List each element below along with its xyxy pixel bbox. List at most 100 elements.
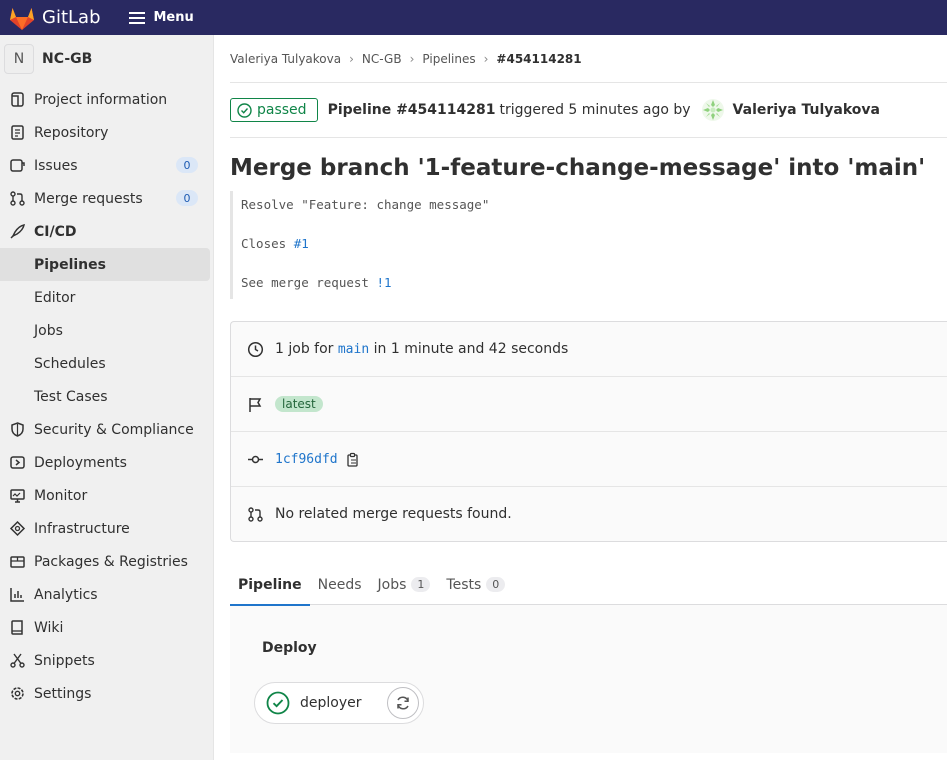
sidebar-item-test-cases[interactable]: Test Cases <box>0 380 213 413</box>
menu-button[interactable]: Menu <box>128 10 194 25</box>
deployments-icon <box>10 456 25 469</box>
sidebar-item-issues[interactable]: Issues 0 <box>0 149 213 182</box>
job-name: deployer <box>300 695 362 711</box>
sidebar-item-jobs[interactable]: Jobs <box>0 314 213 347</box>
commit-line-text: Closes <box>241 236 294 251</box>
sidebar-item-analytics[interactable]: Analytics <box>0 578 213 611</box>
pipeline-triggered-text: triggered 5 minutes ago by <box>499 102 691 118</box>
sidebar-item-label: Infrastructure <box>34 520 130 537</box>
shield-icon <box>11 422 24 437</box>
sidebar-item-infrastructure[interactable]: Infrastructure <box>0 512 213 545</box>
tab-needs[interactable]: Needs <box>310 564 370 605</box>
sidebar: N NC-GB Project information Repository I… <box>0 35 214 760</box>
copy-icon[interactable] <box>346 452 360 467</box>
status-badge[interactable]: passed <box>230 98 318 122</box>
breadcrumb-current[interactable]: #454114281 <box>496 52 581 66</box>
main-content: Valeriya Tulyakova › NC-GB › Pipelines ›… <box>230 35 947 753</box>
chevron-right-icon: › <box>349 51 354 66</box>
sidebar-item-editor[interactable]: Editor <box>0 281 213 314</box>
flag-icon <box>249 397 262 412</box>
sidebar-item-merge-requests[interactable]: Merge requests 0 <box>0 182 213 215</box>
jobs-count-badge: 1 <box>411 577 431 592</box>
info-row-tags: latest <box>231 377 947 432</box>
merge-requests-text: No related merge requests found. <box>275 506 512 522</box>
sidebar-item-label: Project information <box>34 91 168 108</box>
check-circle-icon <box>237 102 252 118</box>
sidebar-item-snippets[interactable]: Snippets <box>0 644 213 677</box>
sidebar-item-pipelines[interactable]: Pipelines <box>0 248 210 281</box>
tags-content: latest <box>275 396 323 412</box>
commit-content: 1cf96dfd <box>275 452 360 467</box>
sidebar-item-monitor[interactable]: Monitor <box>0 479 213 512</box>
sidebar-item-label: Merge requests <box>34 190 143 207</box>
sidebar-item-deployments[interactable]: Deployments <box>0 446 213 479</box>
branch-link[interactable]: main <box>338 342 369 357</box>
sidebar-item-packages-registries[interactable]: Packages & Registries <box>0 545 213 578</box>
snippets-icon <box>10 653 25 668</box>
infrastructure-icon <box>9 520 26 537</box>
tab-label: Jobs <box>377 576 407 593</box>
tab-tests[interactable]: Tests 0 <box>438 564 513 605</box>
duration-text: 1 job for main in 1 minute and 42 second… <box>275 341 568 357</box>
breadcrumb-pipelines[interactable]: Pipelines <box>422 52 475 66</box>
gitlab-logo[interactable]: GitLab <box>8 5 101 31</box>
pipeline-id: Pipeline #454114281 <box>327 102 496 118</box>
sidebar-item-label: Snippets <box>34 652 95 669</box>
user-avatar[interactable] <box>701 98 725 122</box>
commit-message: Resolve "Feature: change message" Closes… <box>230 191 947 299</box>
status-text: passed <box>257 102 307 118</box>
pipeline-graph <box>230 605 947 753</box>
sidebar-item-security-compliance[interactable]: Security & Compliance <box>0 413 213 446</box>
issue-link[interactable]: #1 <box>294 236 309 251</box>
info-row-commit: 1cf96dfd <box>231 432 947 487</box>
sidebar-item-label: Security & Compliance <box>34 421 194 438</box>
merge-request-icon <box>248 506 263 522</box>
sidebar-item-cicd[interactable]: CI/CD <box>0 215 213 248</box>
sidebar-item-label: Schedules <box>34 355 106 372</box>
menu-label: Menu <box>153 10 194 25</box>
retry-button[interactable] <box>387 687 419 719</box>
retry-icon <box>397 696 409 710</box>
job-deployer[interactable]: deployer <box>254 682 424 724</box>
breadcrumb-project[interactable]: NC-GB <box>362 52 402 66</box>
sidebar-item-schedules[interactable]: Schedules <box>0 347 213 380</box>
jobs-prefix: 1 job for <box>275 341 338 357</box>
gitlab-tanuki-icon <box>10 7 34 30</box>
sidebar-item-repository[interactable]: Repository <box>0 116 213 149</box>
brand-name: GitLab <box>42 7 101 28</box>
sidebar-item-label: Wiki <box>34 619 64 636</box>
tab-label: Needs <box>317 576 362 593</box>
tab-jobs[interactable]: Jobs 1 <box>370 564 439 605</box>
sidebar-item-wiki[interactable]: Wiki <box>0 611 213 644</box>
issues-icon <box>10 159 25 172</box>
tab-label: Tests <box>446 576 482 593</box>
sidebar-item-label: Jobs <box>34 322 63 339</box>
tests-count-badge: 0 <box>486 577 506 592</box>
breadcrumb-user[interactable]: Valeriya Tulyakova <box>230 52 341 66</box>
commit-sha-link[interactable]: 1cf96dfd <box>275 452 338 467</box>
project-header[interactable]: N NC-GB <box>0 35 213 83</box>
commit-line: Resolve "Feature: change message" <box>241 197 490 212</box>
merge-request-link[interactable]: !1 <box>376 275 391 290</box>
commit-line: Closes #1 <box>241 236 947 275</box>
commit-line: See merge request !1 <box>241 275 947 291</box>
merge-requests-count-badge: 0 <box>176 190 198 206</box>
sidebar-item-label: Test Cases <box>34 388 108 405</box>
tab-pipeline[interactable]: Pipeline <box>230 564 310 606</box>
monitor-icon <box>10 489 25 503</box>
sidebar-item-label: Repository <box>34 124 109 141</box>
sidebar-item-label: Analytics <box>34 586 98 603</box>
sidebar-item-settings[interactable]: Settings <box>0 677 213 710</box>
commit-icon <box>248 455 263 463</box>
settings-icon <box>11 687 24 700</box>
sidebar-item-label: Pipelines <box>34 256 106 273</box>
issues-count-badge: 0 <box>176 157 198 173</box>
sidebar-item-label: Editor <box>34 289 76 306</box>
latest-badge: latest <box>275 396 323 412</box>
merge-request-icon <box>10 191 25 206</box>
hamburger-icon <box>128 11 145 24</box>
sidebar-item-project-information[interactable]: Project information <box>0 83 213 116</box>
triggered-by-user[interactable]: Valeriya Tulyakova <box>733 102 880 118</box>
clock-icon <box>247 341 264 357</box>
sidebar-item-label: Monitor <box>34 487 88 504</box>
